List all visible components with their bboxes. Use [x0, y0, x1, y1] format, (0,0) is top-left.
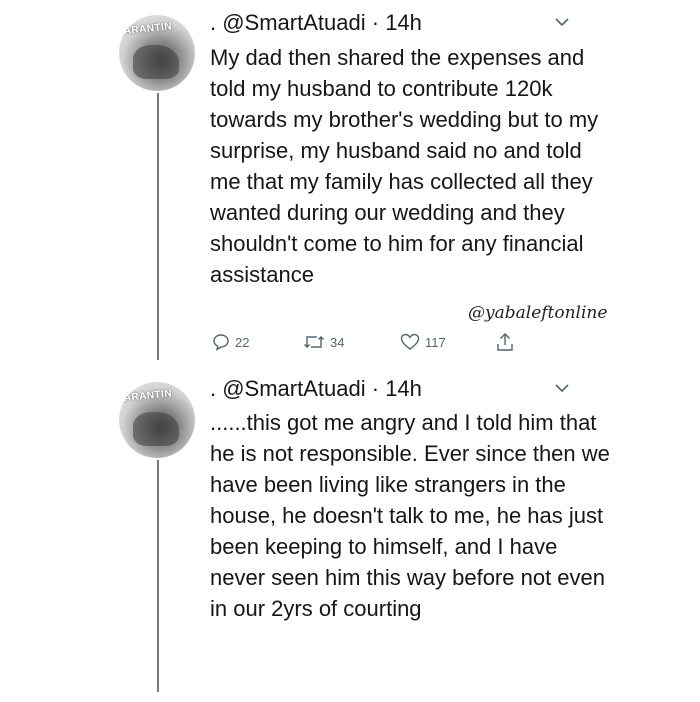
share-icon [497, 333, 513, 351]
avatar-label: UARANTIN [119, 388, 173, 405]
avatar[interactable]: UARANTIN [119, 382, 195, 458]
reply-count: 22 [235, 334, 250, 350]
like-count: 117 [425, 334, 446, 350]
tweet-handle[interactable]: . @SmartAtuadi [210, 376, 366, 401]
avatar-image [133, 45, 179, 79]
heart-icon [400, 333, 420, 350]
tweet-text: My dad then shared the expenses and told… [210, 45, 599, 287]
chevron-down-icon[interactable] [554, 382, 570, 394]
tweet-time[interactable]: 14h [385, 376, 422, 401]
tweet-header: . @SmartAtuadi · 14h [210, 10, 422, 36]
tweet-time[interactable]: 14h [385, 10, 422, 35]
reply-button[interactable]: 22 [212, 331, 249, 353]
tweet-time-separator: · [365, 376, 386, 401]
avatar-image [133, 412, 179, 446]
tweet-time-separator: · [365, 10, 386, 35]
tweet-handle[interactable]: . @SmartAtuadi [210, 10, 366, 35]
thread-line [157, 93, 159, 360]
tweet-text: ......this got me angry and I told him t… [210, 410, 610, 621]
thread-line [157, 460, 159, 692]
like-button[interactable]: 117 [400, 331, 446, 353]
avatar-label: UARANTIN [119, 21, 173, 38]
avatar[interactable]: UARANTIN [119, 15, 195, 91]
tweet-header: . @SmartAtuadi · 14h [210, 376, 422, 402]
speech-bubble-icon [213, 334, 229, 351]
share-button[interactable] [496, 331, 519, 353]
retweet-icon [304, 336, 324, 348]
watermark: @yabaleftonline [468, 303, 608, 323]
retweet-button[interactable]: 34 [303, 331, 344, 353]
retweet-count: 34 [330, 334, 345, 350]
chevron-down-icon[interactable] [554, 16, 570, 28]
